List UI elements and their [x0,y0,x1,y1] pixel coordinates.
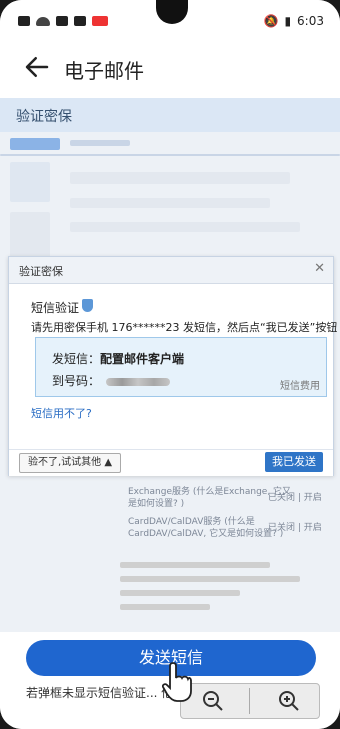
to-label: 到号码： [52,374,101,388]
battery-icon: ▮ [284,14,292,28]
header-line [0,154,340,156]
settings-row [70,222,300,232]
sms-info-box: 发短信：配置邮件客户端 到号码： 短信费用 [35,337,327,397]
blurred-option [120,562,270,568]
settings-row [70,172,290,184]
close-icon[interactable]: ✕ [314,261,325,276]
qq-mail-logo [10,138,60,150]
camera-notch [156,0,188,24]
send-label: 发短信： [52,352,101,366]
blurred-option [120,576,300,582]
zoom-control [180,683,320,719]
mute-icon: 🔕 [263,14,279,28]
zoom-in-icon[interactable] [277,689,301,713]
subheader: 验证密保 [0,98,340,132]
masked-number [106,377,171,386]
sms-fee-link[interactable]: 短信费用 [280,377,320,392]
sms-instruction: 请先用密保手机 176******23 发短信，然后点“我已发送”按钮 [31,321,338,334]
sms-verify-title: 短信验证 [31,301,80,315]
status-right: 🔕 ▮ 6:03 [263,14,324,28]
blurred-option [120,604,210,610]
sidebar-block [10,162,50,202]
sms-number-row: 到号码： [52,372,171,389]
status-bar: 🔕 ▮ 6:03 [0,0,340,40]
settings-row [70,198,270,208]
bg-text: Exchange服务 (什么是Exchange, 它又 [128,487,292,497]
bg-text: CardDAV/CalDAV, 它又是如何设置? ) [128,529,284,539]
wifi-icon [36,16,50,26]
zoom-out-icon[interactable] [201,689,225,713]
arrow-left-icon[interactable] [22,52,52,82]
modal-header: 验证密保 ✕ [9,257,333,284]
hand-pointer-icon [162,662,192,702]
sms-unavailable-link[interactable]: 短信用不了? [31,405,92,421]
notification-icon [56,16,68,26]
app-badge-icon [92,16,108,26]
status-left-icons [18,16,108,26]
app-icon [74,16,86,26]
bg-text: CardDAV/CalDAV服务 (什么是 [128,517,255,527]
try-other-button[interactable]: 验不了,试试其他 ▲ [19,453,122,473]
already-sent-button[interactable]: 我已发送 [265,452,323,472]
sim-icon [18,16,30,26]
bg-toggle-text: 已关闭 | 开启 [268,493,322,503]
subheader-title: 验证密保 [16,109,72,125]
sms-content-row: 发短信：配置邮件客户端 [52,350,184,367]
blurred-account [70,140,130,146]
bg-toggle-text: 已关闭 | 开启 [268,523,322,533]
app-bar: 电子邮件 [0,40,340,98]
status-time: 6:03 [297,14,324,28]
page-title: 电子邮件 [64,59,144,83]
verify-modal: 验证密保 ✕ 短信验证 请先用密保手机 176******23 发短信，然后点“… [8,256,338,476]
modal-title: 验证密保 [19,265,63,278]
shield-icon [82,299,93,312]
phone-screen: 🔕 ▮ 6:03 电子邮件 验证密保 Exchange服务 (什么是Exchan… [0,0,340,729]
blurred-option [120,590,240,596]
zoom-divider [249,688,250,714]
bg-text: 是如何设置? ) [128,499,185,509]
send-value: 配置邮件客户端 [100,352,185,366]
